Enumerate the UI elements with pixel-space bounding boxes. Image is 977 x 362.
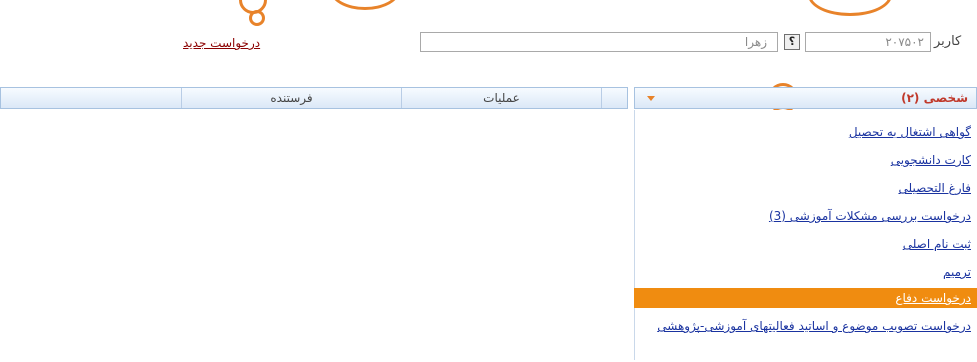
user-name-field[interactable]: زهرا	[420, 32, 778, 52]
user-label: کاربر	[934, 34, 962, 49]
help-button[interactable]: ؟	[784, 34, 800, 50]
menu-item-graduation[interactable]: فارغ التحصیلی	[634, 178, 977, 198]
grid-header: فرستنده عملیات	[0, 87, 628, 109]
column-header-sender[interactable]: فرستنده	[181, 88, 401, 108]
menu-item-main-registration[interactable]: ثبت نام اصلی	[634, 234, 977, 254]
menu-item-enrollment-certificate[interactable]: گواهی اشتغال به تحصیل	[634, 122, 977, 142]
new-request-link[interactable]: درخواست جدید	[183, 36, 260, 50]
menu-item-student-card[interactable]: کارت دانشجویی	[634, 150, 977, 170]
panel-header[interactable]: شخصی (۲)	[634, 87, 977, 109]
menu-item-topic-approval[interactable]: درخواست تصویب موضوع و اساتید فعالیتهای آ…	[634, 316, 977, 336]
menu-item-term-repair[interactable]: ترمیم	[634, 262, 977, 282]
panel-menu: گواهی اشتغال به تحصیل کارت دانشجویی فارغ…	[634, 110, 977, 360]
menu-item-educational-issues[interactable]: درخواست بررسی مشکلات آموزشی (3)	[634, 206, 977, 226]
panel-title: شخصی (۲)	[901, 91, 968, 105]
chevron-down-icon[interactable]	[647, 96, 655, 101]
menu-item-defense-request[interactable]: درخواست دفاع	[634, 288, 977, 308]
column-header-operations[interactable]: عملیات	[401, 88, 601, 108]
column-header-blank	[601, 88, 628, 108]
annotation-circle	[249, 10, 265, 26]
user-code-field[interactable]: ۲۰۷۵۰۲	[805, 32, 931, 52]
